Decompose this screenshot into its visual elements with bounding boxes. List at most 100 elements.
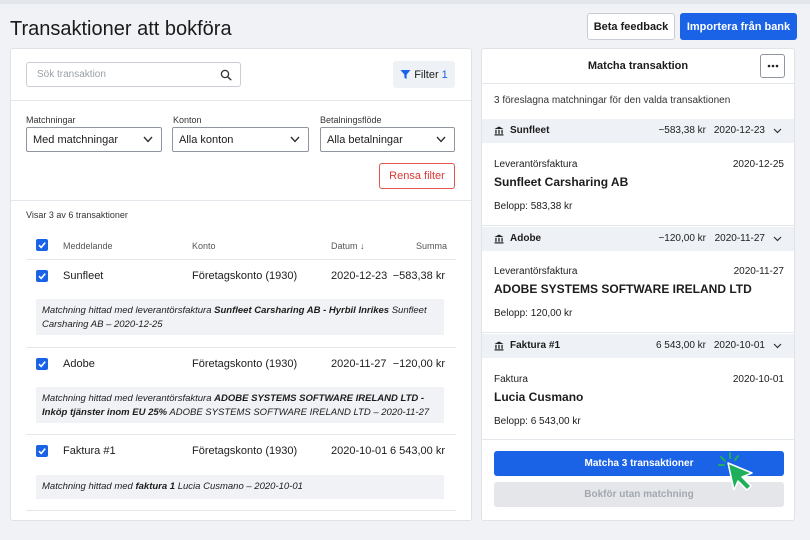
konton-label: Konton bbox=[173, 115, 202, 125]
bank-icon bbox=[494, 341, 504, 351]
match-group-header[interactable]: Faktura #1 6 543,00 kr 2020-10-01 bbox=[482, 334, 794, 358]
bank-icon bbox=[494, 234, 504, 244]
row-message: Faktura #1 bbox=[63, 445, 116, 457]
amount-text: Belopp: 120,00 kr bbox=[494, 308, 573, 319]
filter-icon bbox=[400, 70, 411, 79]
suggestions-text: 3 föreslagna matchningar för den valda t… bbox=[494, 95, 731, 106]
matchningar-select[interactable]: Med matchningar bbox=[26, 127, 162, 152]
filter-count: 1 bbox=[441, 68, 448, 81]
more-options-button[interactable] bbox=[760, 54, 785, 78]
divider bbox=[26, 434, 456, 435]
bank-icon bbox=[494, 126, 504, 136]
vendor-name: ADOBE SYSTEMS SOFTWARE IRELAND LTD bbox=[494, 282, 752, 296]
vendor-name: Lucia Cusmano bbox=[494, 390, 584, 404]
document-type: Leverantörsfaktura bbox=[494, 266, 578, 277]
select-all-checkbox[interactable] bbox=[36, 239, 48, 251]
search-icon[interactable] bbox=[220, 69, 232, 81]
divider bbox=[11, 200, 471, 201]
clear-filter-button[interactable]: Rensa filter bbox=[379, 163, 455, 189]
row-account: Företagskonto (1930) bbox=[192, 445, 298, 457]
search-box[interactable] bbox=[26, 62, 241, 87]
match-group-body: Leverantörsfaktura 2020-12-25 Sunfleet C… bbox=[494, 159, 784, 214]
cursor-pointer-icon bbox=[718, 452, 753, 491]
amount-text: Belopp: 583,38 kr bbox=[494, 201, 573, 212]
match-group-header[interactable]: Sunfleet −583,38 kr 2020-12-23 bbox=[482, 119, 794, 143]
row-checkbox[interactable] bbox=[36, 358, 48, 370]
divider bbox=[11, 100, 471, 101]
group-date: 2020-11-27 bbox=[714, 233, 765, 244]
beta-feedback-button[interactable]: Beta feedback bbox=[587, 13, 675, 40]
match-panel-title: Matcha transaktion bbox=[587, 60, 689, 72]
match-group-body: Faktura 2020-10-01 Lucia Cusmano Belopp:… bbox=[494, 374, 784, 429]
betalningsflode-label: Betalningsflöde bbox=[320, 115, 382, 125]
match-note: Matchning hittad med leverantörsfaktura … bbox=[36, 299, 444, 335]
showing-count: Visar 3 av 6 transaktioner bbox=[26, 210, 128, 220]
row-checkbox[interactable] bbox=[36, 445, 48, 457]
more-dots-icon bbox=[767, 64, 778, 68]
match-panel-header: Matcha transaktion bbox=[482, 49, 794, 84]
match-panel: Matcha transaktion 3 föreslagna matchnin… bbox=[481, 48, 795, 521]
match-note: Matchning hittad med faktura 1 Lucia Cus… bbox=[36, 475, 444, 499]
document-type: Leverantörsfaktura bbox=[494, 159, 578, 170]
chevron-down-icon[interactable] bbox=[773, 236, 782, 242]
check-icon bbox=[38, 448, 46, 455]
divider bbox=[482, 332, 794, 333]
row-account: Företagskonto (1930) bbox=[192, 358, 298, 370]
document-date: 2020-12-25 bbox=[732, 159, 784, 170]
group-amount: 6 543,00 kr bbox=[655, 340, 706, 351]
search-input[interactable] bbox=[27, 63, 207, 86]
group-date: 2020-12-23 bbox=[713, 125, 765, 136]
row-sum: −120,00 kr bbox=[392, 358, 445, 370]
row-checkbox[interactable] bbox=[36, 270, 48, 282]
group-name: Faktura #1 bbox=[510, 340, 561, 351]
amount-text: Belopp: 6 543,00 kr bbox=[494, 416, 581, 427]
check-icon bbox=[38, 361, 46, 368]
divider bbox=[482, 439, 794, 440]
group-amount: −583,38 kr bbox=[658, 125, 706, 136]
row-message: Adobe bbox=[63, 358, 95, 370]
column-header-message: Meddelande bbox=[63, 241, 113, 251]
matchningar-label: Matchningar bbox=[26, 115, 76, 125]
betalningsflode-value: Alla betalningar bbox=[327, 133, 403, 146]
group-date: 2020-10-01 bbox=[713, 340, 765, 351]
divider bbox=[482, 225, 794, 226]
top-border bbox=[0, 0, 810, 4]
filter-label: Filter bbox=[414, 68, 439, 81]
group-name: Adobe bbox=[510, 233, 542, 244]
document-type: Faktura bbox=[494, 374, 528, 385]
chevron-down-icon[interactable] bbox=[773, 128, 782, 134]
chevron-down-icon bbox=[290, 136, 300, 143]
match-group-body: Leverantörsfaktura 2020-11-27 ADOBE SYST… bbox=[494, 266, 784, 321]
divider bbox=[26, 510, 456, 511]
divider bbox=[26, 347, 456, 348]
row-sum: 6 543,00 kr bbox=[389, 445, 445, 457]
vendor-name: Sunfleet Carsharing AB bbox=[494, 175, 629, 189]
row-date: 2020-11-27 bbox=[331, 358, 387, 370]
match-note: Matchning hittad med leverantörsfaktura … bbox=[36, 387, 444, 423]
column-header-sum: Summa bbox=[416, 241, 448, 251]
chevron-down-icon bbox=[436, 136, 446, 143]
konton-value: Alla konton bbox=[179, 133, 234, 146]
row-account: Företagskonto (1930) bbox=[192, 270, 298, 282]
match-group-header[interactable]: Adobe −120,00 kr 2020-11-27 bbox=[482, 227, 794, 251]
row-message: Sunfleet bbox=[63, 270, 104, 282]
transactions-panel: Filter 1 Matchningar Med matchningar Kon… bbox=[10, 48, 472, 521]
betalningsflode-select[interactable]: Alla betalningar bbox=[320, 127, 455, 152]
konton-select[interactable]: Alla konton bbox=[172, 127, 309, 152]
check-icon bbox=[38, 273, 46, 280]
group-name: Sunfleet bbox=[510, 125, 550, 136]
row-sum: −583,38 kr bbox=[392, 270, 445, 282]
column-header-account: Konto bbox=[192, 241, 216, 251]
group-amount: −120,00 kr bbox=[658, 233, 706, 244]
matchningar-value: Med matchningar bbox=[33, 133, 118, 146]
filter-button[interactable]: Filter 1 bbox=[393, 61, 455, 88]
import-from-bank-button[interactable]: Importera från bank bbox=[680, 13, 797, 40]
column-header-date[interactable]: Datum ↓ bbox=[331, 241, 365, 251]
page-title: Transaktioner att bokföra bbox=[10, 18, 232, 40]
row-date: 2020-10-01 bbox=[331, 445, 388, 457]
document-date: 2020-11-27 bbox=[733, 266, 784, 277]
row-date: 2020-12-23 bbox=[331, 270, 388, 282]
check-icon bbox=[38, 242, 46, 249]
divider bbox=[26, 259, 456, 260]
chevron-down-icon[interactable] bbox=[773, 343, 782, 349]
